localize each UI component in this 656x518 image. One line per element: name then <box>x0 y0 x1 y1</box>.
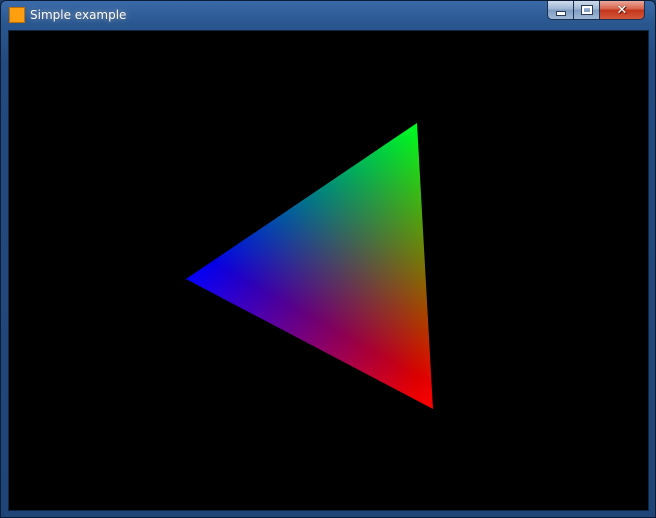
close-button[interactable]: ✕ <box>599 1 645 20</box>
minimize-icon <box>555 10 566 16</box>
rgb-triangle <box>186 123 433 409</box>
close-icon: ✕ <box>616 2 628 18</box>
triangle-scene <box>186 123 433 409</box>
application-window: Simple example ✕ <box>0 0 656 518</box>
window-controls: ✕ <box>547 1 645 20</box>
maximize-icon <box>580 5 593 15</box>
title-bar[interactable]: Simple example ✕ <box>1 1 655 29</box>
minimize-button[interactable] <box>547 1 573 20</box>
render-canvas[interactable] <box>8 30 649 511</box>
maximize-button[interactable] <box>573 1 599 20</box>
window-title: Simple example <box>30 8 127 22</box>
app-icon[interactable] <box>9 7 25 23</box>
